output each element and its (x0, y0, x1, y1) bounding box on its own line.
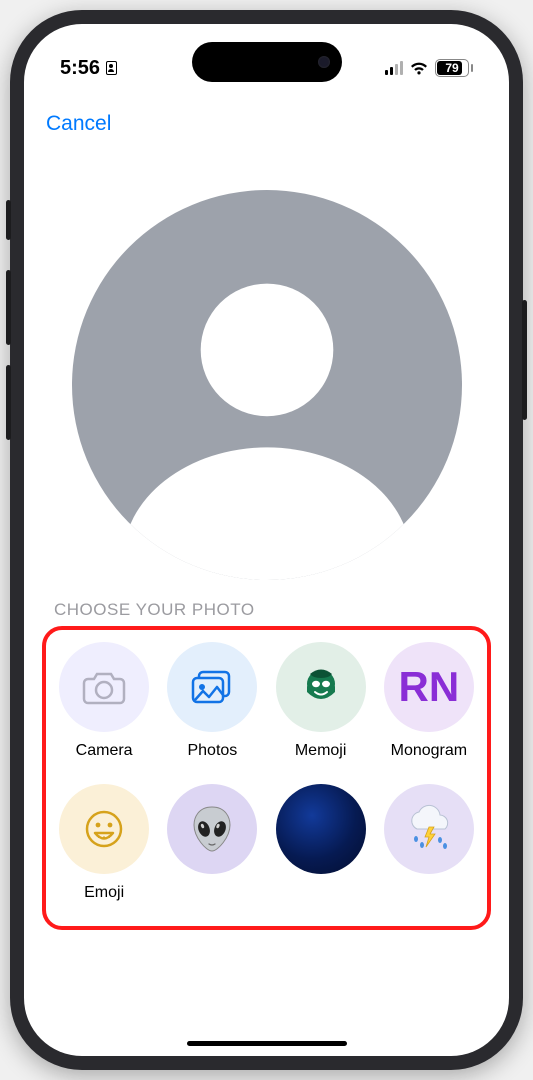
suggestion-alien[interactable] (160, 784, 264, 902)
storm-cloud-icon (399, 803, 459, 855)
monogram-initials: RN (384, 642, 474, 732)
camera-icon (81, 668, 127, 706)
monogram-option[interactable]: RN Monogram (377, 642, 481, 760)
emoji-label: Emoji (84, 884, 124, 902)
camera-label: Camera (76, 742, 133, 760)
cellular-signal-icon (385, 61, 403, 75)
status-left: 5:56 (60, 57, 117, 80)
status-right: 79 (385, 59, 473, 77)
memoji-icon (298, 664, 344, 710)
avatar-preview-area (24, 140, 509, 600)
avatar-placeholder-icon[interactable] (72, 190, 462, 580)
monogram-label: Monogram (391, 742, 467, 760)
volume-up-button (6, 270, 11, 345)
cancel-button[interactable]: Cancel (46, 112, 111, 136)
photos-icon (188, 667, 236, 707)
status-time: 5:56 (60, 57, 100, 80)
side-button (6, 200, 11, 240)
home-indicator[interactable] (187, 1041, 347, 1046)
suggestion-blue-label (318, 884, 322, 902)
camera-option[interactable]: Camera (52, 642, 156, 760)
phone-frame: 5:56 79 Cancel (10, 10, 523, 1070)
photo-options-grid: Camera Photos (52, 642, 481, 902)
alien-icon (188, 803, 236, 855)
dynamic-island (192, 42, 342, 82)
suggestion-storm-label (427, 884, 431, 902)
section-heading: CHOOSE YOUR PHOTO (24, 600, 509, 626)
nav-bar: Cancel (24, 92, 509, 140)
memoji-label: Memoji (295, 742, 347, 760)
highlight-frame: Camera Photos (42, 626, 491, 930)
photos-label: Photos (187, 742, 237, 760)
battery-icon: 79 (435, 59, 473, 77)
volume-down-button (6, 365, 11, 440)
power-button (522, 300, 527, 420)
memoji-option[interactable]: Memoji (269, 642, 373, 760)
screen: 5:56 79 Cancel (24, 24, 509, 1056)
photos-option[interactable]: Photos (160, 642, 264, 760)
battery-percent: 79 (445, 61, 458, 75)
emoji-icon (82, 807, 126, 851)
suggestion-storm[interactable] (377, 784, 481, 902)
blue-abstract-icon (276, 784, 366, 874)
emoji-option[interactable]: Emoji (52, 784, 156, 902)
suggestion-alien-label (210, 884, 214, 902)
wifi-icon (409, 61, 429, 76)
contact-card-icon (106, 61, 117, 75)
suggestion-blue-abstract[interactable] (269, 784, 373, 902)
